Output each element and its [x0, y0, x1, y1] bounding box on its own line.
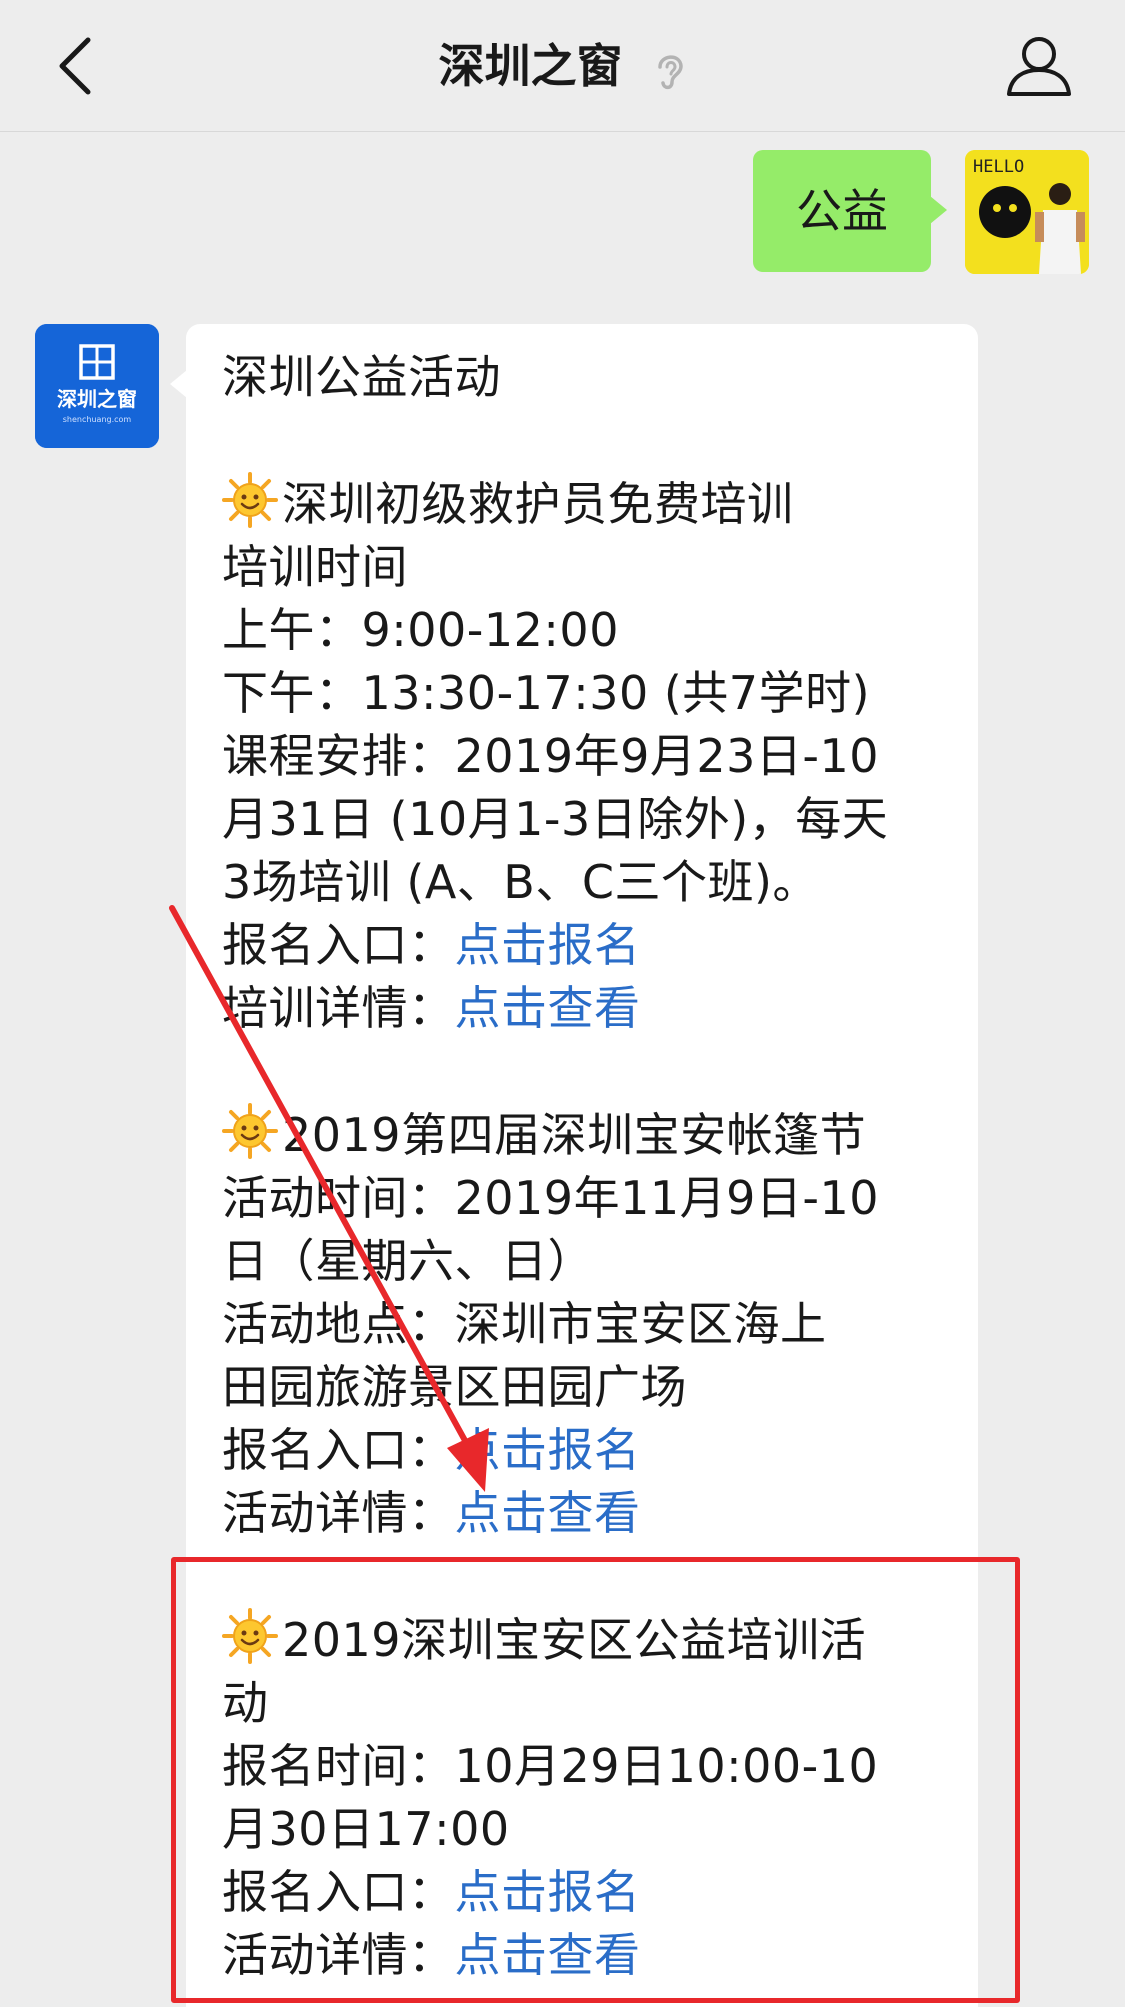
signup-link[interactable]: 点击报名 — [455, 1423, 641, 1477]
section-title-text: 深圳初级救护员免费培训 — [282, 477, 794, 531]
signup-label: 报名入口： — [222, 1423, 455, 1477]
ear-icon — [657, 54, 683, 89]
section-title-text: 2019第四届深圳宝安帐篷节 — [282, 1108, 867, 1162]
person-icon[interactable] — [1003, 30, 1075, 102]
detail-row: 活动详情：点击查看 — [222, 1482, 954, 1545]
section-title: 2019第四届深圳宝安帐篷节 — [222, 1103, 954, 1167]
user-avatar[interactable]: HELLO — [965, 150, 1089, 274]
message-heading: 深圳公益活动 — [222, 350, 501, 404]
section-line: 活动地点：深圳市宝安区海上 — [222, 1297, 827, 1351]
section-line: 上午：9:00-12:00 — [222, 603, 619, 657]
section-line: 活动时间：2019年11月9日-10 — [222, 1171, 879, 1225]
signup-label: 报名入口： — [222, 918, 455, 972]
section-line: 培训时间 — [222, 540, 408, 594]
section-line: 3场培训 (A、B、C三个班)。 — [222, 855, 819, 909]
detail-row: 培训详情：点击查看 — [222, 977, 954, 1040]
section-line: 日（星期六、日） — [222, 1234, 594, 1288]
nav-bar: 深圳之窗 — [0, 0, 1125, 132]
chat-title: 深圳之窗 — [438, 39, 623, 93]
sun-emoji-icon — [222, 1103, 278, 1159]
sent-message-text: 公益 — [796, 184, 888, 238]
signup-row: 报名入口：点击报名 — [222, 914, 954, 977]
signup-link[interactable]: 点击报名 — [455, 918, 641, 972]
signup-row: 报名入口：点击报名 — [222, 1419, 954, 1482]
sent-message-bubble[interactable]: 公益 — [753, 150, 947, 272]
detail-link[interactable]: 点击查看 — [455, 981, 641, 1035]
sun-emoji-icon — [222, 472, 278, 528]
annotation-highlight-box — [171, 1557, 1020, 2003]
detail-label: 培训详情： — [222, 981, 455, 1035]
detail-label: 活动详情： — [222, 1486, 455, 1540]
section-line: 下午：13:30-17:30 (共7学时) — [222, 666, 871, 720]
avatar-hello-text: HELLO — [973, 157, 1024, 177]
section-line: 课程安排：2019年9月23日-10 — [222, 729, 879, 783]
account-logo-subtext: shenchuang.com — [63, 415, 132, 424]
account-logo: 深圳之窗 shenchuang.com — [35, 324, 159, 448]
detail-link[interactable]: 点击查看 — [455, 1486, 641, 1540]
section-line: 田园旅游景区田园广场 — [222, 1360, 687, 1414]
user-avatar-image: HELLO — [965, 150, 1089, 274]
chat-title-wrap: 深圳之窗 — [0, 34, 1125, 98]
chat-screen: 深圳之窗 公益 HELLO 深圳之窗 shenchuang.com 深圳公益活动… — [0, 0, 1125, 2007]
account-logo-text: 深圳之窗 — [57, 387, 137, 411]
account-avatar[interactable]: 深圳之窗 shenchuang.com — [35, 324, 159, 448]
section-title: 深圳初级救护员免费培训 — [222, 472, 954, 536]
section-line: 月31日 (10月1-3日除外)，每天 — [222, 792, 889, 846]
